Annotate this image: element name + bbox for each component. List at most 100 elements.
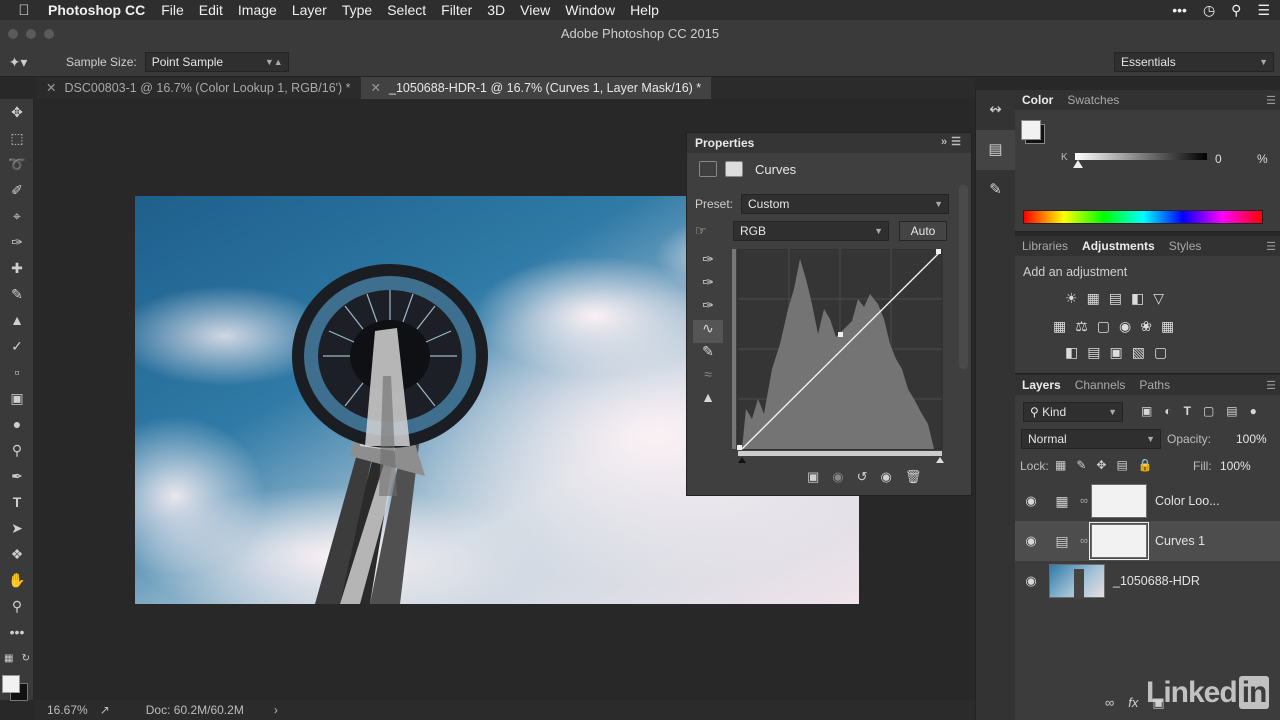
foreground-color-swatch[interactable] (2, 675, 20, 693)
hue-saturation-icon[interactable]: ▦ (1053, 318, 1066, 335)
tab-layers[interactable]: Layers (1015, 378, 1068, 392)
zoom-button[interactable] (44, 29, 54, 39)
blend-mode-dropdown[interactable]: Normal ▼ (1021, 429, 1161, 449)
apple-icon[interactable]:  (0, 2, 48, 19)
clock-icon[interactable]: ◷ (1203, 2, 1215, 19)
history-brush-tool-icon[interactable]: ✓ (0, 333, 34, 359)
character-icon[interactable]: ✎ (976, 170, 1015, 210)
marquee-tool-icon[interactable]: ⬚ (0, 125, 34, 151)
minimize-button[interactable] (26, 29, 36, 39)
lock-artboard-icon[interactable]: ▤ (1116, 458, 1127, 472)
tab-channels[interactable]: Channels (1068, 378, 1133, 392)
eyedropper-preset-icon[interactable]: ✦▾ (0, 54, 36, 71)
targeted-adjustment-icon[interactable]: ☞ (695, 223, 721, 239)
vibrance-icon[interactable]: ▽ (1153, 290, 1164, 307)
layer-name[interactable]: Curves 1 (1155, 534, 1205, 548)
pixel-filter-icon[interactable]: ▣ (1141, 404, 1152, 418)
swap-colors-icon[interactable]: ▦ ↻ (0, 645, 34, 671)
tab-libraries[interactable]: Libraries (1015, 239, 1075, 253)
brightness-icon[interactable]: ☀ (1065, 290, 1078, 307)
panel-menu-icon[interactable]: ☰ (1266, 379, 1276, 392)
k-slider[interactable] (1075, 153, 1207, 160)
close-icon[interactable]: ✕ (46, 81, 56, 95)
clipping-warning-icon[interactable]: ▲ (693, 389, 723, 412)
trash-icon[interactable]: 🗑 (905, 469, 922, 485)
layer-row-curves[interactable]: ◉ ▤ ∞ Curves 1 (1015, 521, 1280, 561)
workspace-dropdown[interactable]: Essentials ▼ (1114, 52, 1274, 72)
stamp-tool-icon[interactable]: ▲ (0, 307, 34, 333)
black-white-icon[interactable]: ▢ (1097, 318, 1110, 335)
curves-icon[interactable]: ▤ (1109, 290, 1122, 307)
panel-menu-icon[interactable]: ☰ (1266, 94, 1276, 107)
hand-tool-icon[interactable]: ✋ (0, 567, 34, 593)
adjustment-filter-icon[interactable]: ◐ (1164, 404, 1171, 418)
menu-type[interactable]: Type (342, 2, 372, 18)
mask-icon[interactable] (725, 161, 743, 177)
curves-graph[interactable] (732, 248, 946, 464)
lock-all-icon[interactable]: 🔒 (1138, 458, 1153, 472)
channel-mixer-icon[interactable]: ❀ (1140, 318, 1152, 335)
layer-name[interactable]: _1050688-HDR (1113, 574, 1200, 588)
selective-color-icon[interactable]: ▧ (1132, 344, 1145, 361)
opacity-value[interactable]: 100% (1236, 432, 1267, 446)
sample-size-dropdown[interactable]: Point Sample ▼▲ (144, 52, 289, 72)
type-filter-icon[interactable]: T (1184, 404, 1191, 418)
more-icon[interactable]: ••• (1172, 2, 1187, 18)
fg-color-chip[interactable] (1021, 120, 1041, 140)
slider-thumb[interactable] (1073, 160, 1083, 168)
visibility-eye-icon[interactable]: ◉ (1015, 573, 1047, 589)
black-point-eyedropper-icon[interactable]: ✑ (693, 251, 723, 274)
menu-view[interactable]: View (520, 2, 550, 18)
crop-tool-icon[interactable]: ⌖ (0, 203, 34, 229)
filter-toggle-icon[interactable]: ● (1250, 404, 1257, 418)
tab-paths[interactable]: Paths (1132, 378, 1177, 392)
pen-tool-icon[interactable]: ✒ (0, 463, 34, 489)
visibility-eye-icon[interactable]: ◉ (1015, 493, 1047, 509)
color-balance-icon[interactable]: ⚖ (1075, 318, 1088, 335)
lock-transparent-icon[interactable]: ▦ (1055, 458, 1066, 472)
move-tool-icon[interactable]: ✥ (0, 99, 34, 125)
shape-tool-icon[interactable]: ❖ (0, 541, 34, 567)
layer-row-hdr[interactable]: ◉ _1050688-HDR (1015, 561, 1280, 601)
zoom-level[interactable]: 16.67% (47, 703, 88, 717)
dodge-tool-icon[interactable]: ⚲ (0, 437, 34, 463)
menu-help[interactable]: Help (630, 2, 659, 18)
tab-color[interactable]: Color (1015, 93, 1060, 107)
type-tool-icon[interactable]: T (0, 489, 34, 515)
threshold-icon[interactable]: ▣ (1109, 344, 1122, 361)
invert-icon[interactable]: ◧ (1065, 344, 1078, 361)
color-lookup-icon[interactable]: ▦ (1161, 318, 1174, 335)
eraser-tool-icon[interactable]: ▫ (0, 359, 34, 385)
path-select-tool-icon[interactable]: ➤ (0, 515, 34, 541)
close-button[interactable] (8, 29, 18, 39)
photo-filter-icon[interactable]: ◉ (1119, 318, 1131, 335)
channel-dropdown[interactable]: RGB ▼ (733, 221, 889, 241)
history-icon[interactable]: ↭ (976, 90, 1015, 130)
close-icon[interactable]: ✕ (371, 81, 381, 95)
preset-dropdown[interactable]: Custom ▼ (741, 194, 950, 214)
reset-icon[interactable]: ↺ (857, 469, 868, 485)
tab-swatches[interactable]: Swatches (1060, 93, 1126, 107)
levels-icon[interactable]: ▦ (1087, 290, 1100, 307)
pencil-icon[interactable]: ✎ (693, 343, 723, 366)
menu-window[interactable]: Window (565, 2, 615, 18)
menu-file[interactable]: File (161, 2, 184, 18)
posterize-icon[interactable]: ▤ (1087, 344, 1100, 361)
gradient-map-icon[interactable]: ▢ (1154, 344, 1167, 361)
tab-styles[interactable]: Styles (1162, 239, 1209, 253)
auto-button[interactable]: Auto (899, 221, 947, 241)
quick-select-tool-icon[interactable]: ✐ (0, 177, 34, 203)
lock-position-icon[interactable]: ✥ (1096, 458, 1106, 472)
zoom-tool-icon[interactable]: ⚲ (0, 593, 34, 619)
menu-edit[interactable]: Edit (199, 2, 223, 18)
menu-3d[interactable]: 3D (487, 2, 505, 18)
visibility-icon[interactable]: ◉ (881, 469, 892, 485)
gray-point-eyedropper-icon[interactable]: ✑ (693, 274, 723, 297)
chevron-right-icon[interactable]: › (274, 703, 278, 717)
layer-filter-dropdown[interactable]: ⚲ Kind ▼ (1023, 402, 1123, 422)
visibility-eye-icon[interactable]: ◉ (1015, 533, 1047, 549)
search-icon[interactable]: ⚲ (1231, 2, 1241, 19)
menu-filter[interactable]: Filter (441, 2, 472, 18)
shape-filter-icon[interactable]: ▢ (1203, 404, 1214, 418)
panel-menu-icon[interactable]: ☰ (1266, 240, 1276, 253)
